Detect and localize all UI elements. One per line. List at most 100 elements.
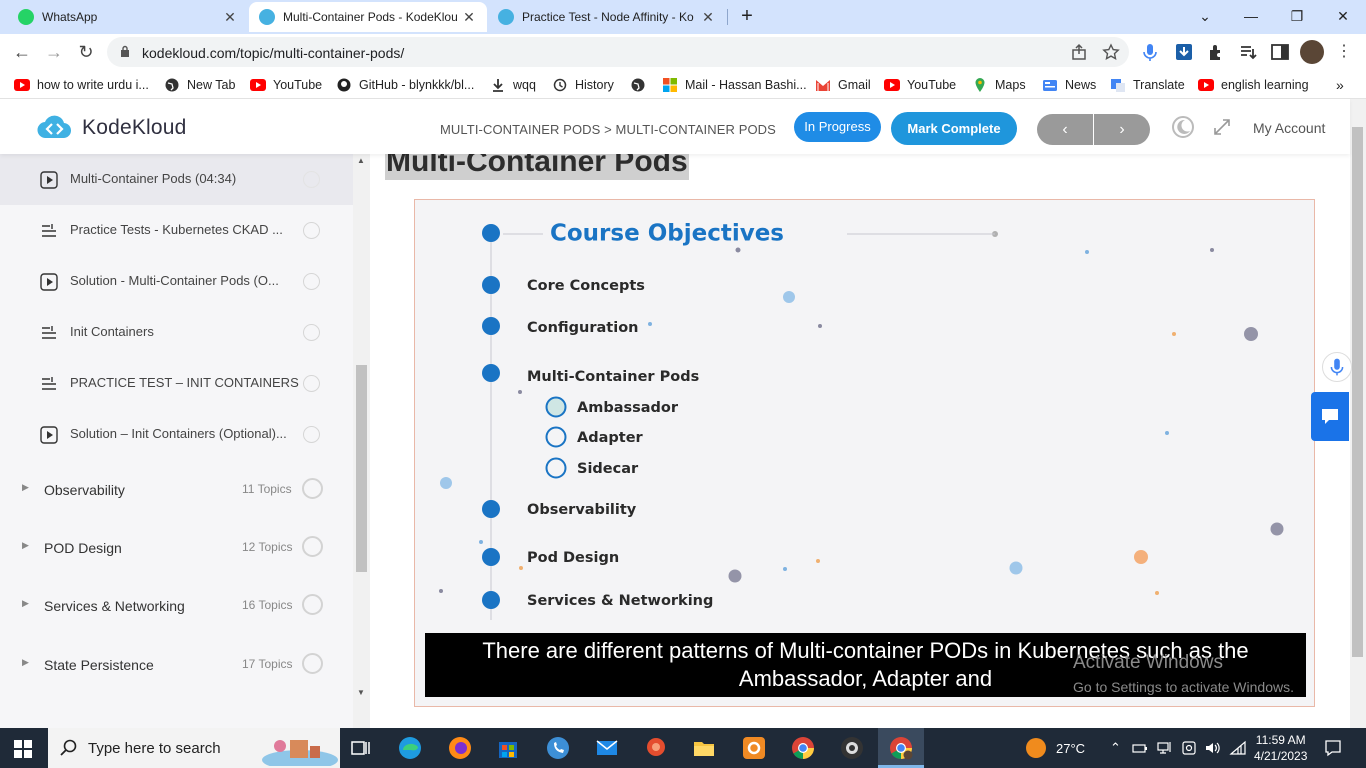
bookmark-item[interactable]: GitHub - blynkkk/bl... bbox=[336, 76, 474, 94]
task-view-icon[interactable] bbox=[346, 734, 374, 762]
battery-icon[interactable] bbox=[1132, 740, 1148, 756]
mail-icon[interactable] bbox=[593, 734, 621, 762]
lesson-status-circle[interactable] bbox=[303, 171, 320, 188]
edge-icon[interactable] bbox=[396, 734, 424, 762]
bookmark-item[interactable]: Maps bbox=[972, 76, 1026, 94]
taskbar-search-box[interactable]: Type here to search bbox=[48, 728, 340, 768]
my-account-link[interactable]: My Account bbox=[1253, 120, 1325, 136]
section-services-networking[interactable]: ▶ Services & Networking 16 Topics bbox=[0, 577, 353, 635]
share-icon[interactable] bbox=[1070, 43, 1088, 61]
meet-now-icon[interactable] bbox=[1180, 740, 1198, 756]
in-progress-button[interactable]: In Progress bbox=[794, 112, 881, 142]
weather-widget[interactable]: 27°C bbox=[1026, 738, 1085, 758]
bookmark-item[interactable]: YouTube bbox=[884, 76, 956, 94]
sidebar-scrollbar-thumb[interactable] bbox=[356, 365, 367, 572]
lesson-item[interactable]: Solution – Init Containers (Optional)... bbox=[0, 409, 353, 460]
page-scrollbar-thumb[interactable] bbox=[1352, 127, 1363, 657]
scroll-down-arrow-icon[interactable]: ▼ bbox=[357, 688, 365, 697]
voice-widget[interactable] bbox=[1322, 352, 1352, 382]
back-button[interactable]: ← bbox=[10, 40, 34, 64]
objective-item: Services & Networking bbox=[527, 593, 713, 609]
system-clock[interactable]: 11:59 AM 4/21/2023 bbox=[1254, 732, 1307, 764]
lesson-item[interactable]: PRACTICE TEST – INIT CONTAINERS bbox=[0, 358, 353, 409]
bookmark-item[interactable]: how to write urdu i... bbox=[14, 76, 149, 94]
reload-button[interactable]: ↻ bbox=[74, 40, 98, 64]
section-pod-design[interactable]: ▶ POD Design 12 Topics bbox=[0, 519, 353, 577]
show-hidden-icons-icon[interactable]: ⌃ bbox=[1110, 740, 1121, 756]
minimize-button[interactable]: — bbox=[1228, 4, 1274, 28]
fullscreen-icon[interactable] bbox=[1213, 118, 1231, 136]
side-panel-icon[interactable] bbox=[1270, 42, 1290, 62]
lesson-status-circle[interactable] bbox=[303, 426, 320, 443]
lesson-label: Practice Tests - Kubernetes CKAD ... bbox=[70, 222, 283, 237]
section-observability[interactable]: ▶ Observability 11 Topics bbox=[0, 461, 353, 519]
section-state-persistence[interactable]: ▶ State Persistence 17 Topics bbox=[0, 636, 353, 694]
file-explorer-icon[interactable] bbox=[690, 734, 718, 762]
dark-mode-icon[interactable] bbox=[1172, 116, 1194, 138]
close-tab-icon[interactable]: ✕ bbox=[222, 9, 238, 26]
video-player[interactable]: Course Objectives Core Concepts Configur… bbox=[414, 199, 1315, 707]
phone-app-icon[interactable] bbox=[544, 734, 572, 762]
lesson-status-circle[interactable] bbox=[303, 324, 320, 341]
url-text[interactable]: kodekloud.com/topic/multi-container-pods… bbox=[142, 45, 404, 61]
bookmark-item[interactable]: wqq bbox=[490, 76, 536, 94]
microphone-extension-icon[interactable] bbox=[1140, 42, 1160, 62]
next-lesson-button[interactable]: › bbox=[1094, 114, 1150, 145]
lesson-status-circle[interactable] bbox=[303, 375, 320, 392]
lesson-item[interactable]: Multi-Container Pods (04:34) bbox=[0, 154, 353, 205]
camera-app-icon[interactable] bbox=[838, 734, 866, 762]
snail-app-icon[interactable] bbox=[642, 734, 670, 762]
bookmark-item[interactable]: Translate bbox=[1110, 76, 1185, 94]
mark-complete-button[interactable]: Mark Complete bbox=[891, 112, 1017, 145]
lesson-item[interactable]: Practice Tests - Kubernetes CKAD ... bbox=[0, 205, 353, 256]
restore-button[interactable]: ❐ bbox=[1274, 4, 1320, 28]
tab-multi-container-pods[interactable]: Multi-Container Pods - KodeKlou ✕ bbox=[249, 2, 487, 32]
bookmark-item[interactable] bbox=[630, 76, 653, 94]
tab-whatsapp[interactable]: WhatsApp ✕ bbox=[8, 2, 248, 32]
address-bar[interactable]: kodekloud.com/topic/multi-container-pods… bbox=[107, 37, 1129, 67]
chat-widget[interactable] bbox=[1311, 392, 1349, 441]
kodekloud-logo[interactable]: KodeKloud bbox=[34, 114, 187, 142]
browser-toolbar: ← → ↻ kodekloud.com/topic/multi-containe… bbox=[0, 34, 1366, 70]
network-icon[interactable] bbox=[1156, 740, 1174, 756]
chrome-icon[interactable] bbox=[789, 734, 817, 762]
chrome-menu-icon[interactable]: ⋮ bbox=[1334, 42, 1354, 62]
close-window-button[interactable]: ✕ bbox=[1320, 4, 1366, 28]
forward-button[interactable]: → bbox=[42, 40, 66, 64]
chrome-profile-icon[interactable] bbox=[887, 734, 915, 762]
firefox-icon[interactable] bbox=[446, 734, 474, 762]
settings-gear-app-icon[interactable] bbox=[740, 734, 768, 762]
timeline-bullet bbox=[482, 364, 500, 382]
bookmark-item[interactable]: Mail - Hassan Bashi... bbox=[662, 76, 807, 94]
microsoft-store-icon[interactable] bbox=[494, 734, 522, 762]
close-tab-icon[interactable]: ✕ bbox=[700, 9, 716, 26]
close-tab-icon[interactable]: ✕ bbox=[461, 9, 477, 26]
lesson-status-circle[interactable] bbox=[303, 222, 320, 239]
bookmark-item[interactable]: english learning bbox=[1198, 76, 1309, 94]
windows-start-icon[interactable] bbox=[14, 740, 32, 758]
profile-avatar[interactable] bbox=[1300, 40, 1324, 64]
scroll-up-arrow-icon[interactable]: ▲ bbox=[357, 156, 365, 165]
bookmark-item[interactable]: Gmail bbox=[815, 76, 871, 94]
lesson-item[interactable]: Init Containers bbox=[0, 307, 353, 358]
download-extension-icon[interactable] bbox=[1174, 42, 1194, 62]
previous-lesson-button[interactable]: ‹ bbox=[1037, 114, 1093, 145]
notifications-icon[interactable] bbox=[1324, 739, 1342, 757]
bookmark-item[interactable]: YouTube bbox=[250, 76, 322, 94]
new-tab-button[interactable]: + bbox=[732, 4, 762, 28]
bookmark-item[interactable]: New Tab bbox=[164, 76, 235, 94]
lesson-status-circle[interactable] bbox=[303, 273, 320, 290]
bookmarks-overflow-button[interactable]: » bbox=[1336, 76, 1344, 94]
bookmark-item[interactable]: News bbox=[1042, 76, 1096, 94]
bookmark-star-icon[interactable] bbox=[1102, 43, 1120, 61]
reading-list-icon[interactable] bbox=[1238, 42, 1258, 62]
tab-practice-test[interactable]: Practice Test - Node Affinity - Ko ✕ bbox=[488, 2, 726, 32]
bookmark-item[interactable]: History bbox=[552, 76, 614, 94]
extensions-puzzle-icon[interactable] bbox=[1206, 42, 1226, 62]
globe-icon bbox=[165, 78, 179, 92]
wifi-icon[interactable] bbox=[1229, 740, 1247, 756]
tab-search-button[interactable]: ⌄ bbox=[1182, 4, 1228, 28]
lesson-item[interactable]: Solution - Multi-Container Pods (O... bbox=[0, 256, 353, 307]
breadcrumb[interactable]: MULTI-CONTAINER PODS > MULTI-CONTAINER P… bbox=[440, 122, 776, 137]
volume-icon[interactable] bbox=[1204, 740, 1222, 756]
